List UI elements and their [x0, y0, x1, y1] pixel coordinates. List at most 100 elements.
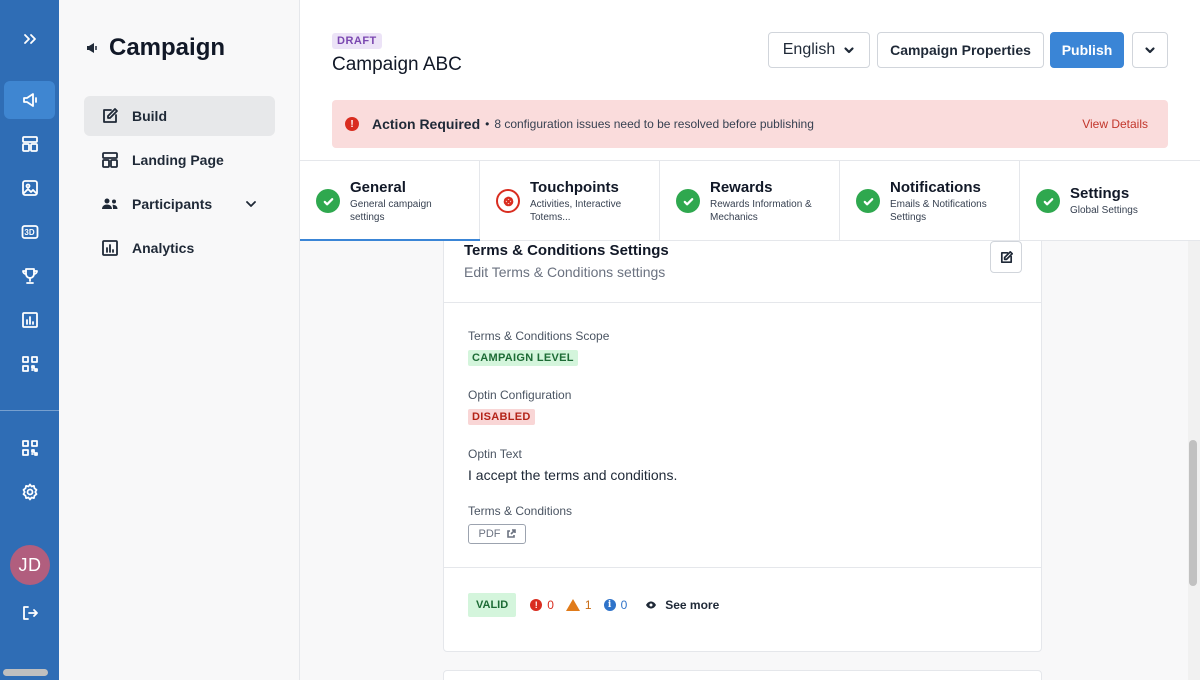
info-count: i0	[603, 598, 628, 612]
tab-subtitle: Rewards Information & Mechanics	[710, 198, 812, 223]
tab-subtitle: Global Settings	[1070, 205, 1138, 216]
megaphone-icon	[87, 43, 97, 53]
step-tabs: General General campaign settings Touchp…	[300, 160, 1200, 242]
warning-count: 1	[565, 598, 592, 612]
tab-subtitle: Emails & Notifications Settings	[890, 198, 987, 223]
edit-icon	[1000, 250, 1013, 263]
gear-icon[interactable]	[4, 473, 55, 511]
see-more-button[interactable]: See more	[645, 598, 719, 612]
edit-icon	[103, 108, 118, 123]
valid-badge: VALID	[468, 593, 517, 617]
chevron-down-icon	[1145, 47, 1155, 54]
validation-row: VALID ! 0 1 i0 See more	[468, 593, 719, 617]
language-label: English	[782, 41, 836, 58]
tab-subtitle: Activities, Interactive Totems...	[530, 198, 622, 223]
alert-heading: Action Required	[372, 116, 481, 132]
status-badge: DRAFT	[332, 33, 382, 49]
card-subtitle: Edit Terms & Conditions settings	[464, 264, 666, 280]
check-icon	[1036, 189, 1060, 213]
layout-icon	[102, 152, 118, 168]
sidebar-item-build[interactable]: Build	[84, 96, 275, 136]
megaphone-icon[interactable]	[4, 81, 55, 119]
users-icon	[102, 198, 118, 209]
expand-icon[interactable]	[4, 20, 55, 58]
pdf-link[interactable]: PDF	[468, 524, 526, 544]
edit-button[interactable]	[990, 241, 1022, 273]
tab-title: Settings	[1070, 185, 1130, 202]
info-count-value: 0	[620, 598, 628, 612]
qr-code-icon[interactable]	[4, 429, 55, 467]
error-circle-icon	[496, 189, 520, 213]
warning-count-value: 1	[584, 598, 592, 612]
card-divider	[444, 302, 1041, 303]
sidenav-title: Campaign	[85, 34, 225, 62]
content-area: Terms & Conditions Settings Edit Terms &…	[300, 241, 1188, 680]
external-link-icon	[506, 529, 516, 538]
tab-title: Notifications	[890, 178, 981, 196]
error-icon: !	[345, 117, 359, 131]
optin-text-label: Optin Text	[468, 447, 522, 461]
sidebar-item-label: Participants	[132, 196, 213, 212]
vertical-scrollbar-thumb[interactable]	[1189, 440, 1197, 586]
chart-icon[interactable]	[4, 301, 55, 339]
trophy-icon[interactable]	[4, 257, 55, 295]
scope-badge: CAMPAIGN LEVEL	[468, 350, 578, 366]
campaign-properties-button[interactable]: Campaign Properties	[877, 32, 1044, 68]
chevron-down-icon	[844, 47, 854, 54]
info-icon: i	[603, 599, 616, 611]
optin-text-value: I accept the terms and conditions.	[468, 467, 678, 483]
terms-settings-card: Terms & Conditions Settings Edit Terms &…	[443, 241, 1042, 652]
tab-notifications[interactable]: Notifications Emails & Notifications Set…	[840, 161, 1020, 241]
action-required-alert: ! Action Required • 8 configuration issu…	[332, 100, 1168, 148]
next-card	[443, 670, 1042, 680]
card-divider	[444, 567, 1041, 568]
page-title: Campaign ABC	[332, 54, 462, 75]
publish-button[interactable]: Publish	[1050, 32, 1124, 68]
3d-label: 3D	[24, 227, 35, 237]
check-icon	[316, 189, 340, 213]
sidebar-item-landing-page[interactable]: Landing Page	[84, 140, 275, 180]
tab-title: Rewards	[710, 178, 773, 196]
optin-config-label: Optin Configuration	[468, 388, 572, 402]
scope-label: Terms & Conditions Scope	[468, 329, 610, 343]
horizontal-scrollbar[interactable]	[3, 669, 48, 676]
terms-label: Terms & Conditions	[468, 504, 573, 518]
3d-icon[interactable]: 3D	[4, 213, 55, 251]
chart-icon	[102, 240, 118, 256]
tab-settings[interactable]: Settings Global Settings	[1020, 161, 1200, 241]
tab-title: General	[350, 178, 406, 196]
tab-subtitle: General campaign settings	[350, 198, 432, 223]
logout-icon[interactable]	[4, 594, 55, 632]
campaign-sidenav: Campaign Build Landing Page Participants…	[59, 0, 300, 680]
eye-icon	[646, 601, 657, 609]
more-options-button[interactable]	[1132, 32, 1168, 68]
sidebar-item-analytics[interactable]: Analytics	[84, 228, 275, 268]
see-more-label: See more	[665, 598, 720, 612]
layout-icon[interactable]	[4, 125, 55, 163]
view-details-link[interactable]: View Details	[1082, 117, 1148, 131]
language-select[interactable]: English	[768, 32, 870, 68]
alert-message: 8 configuration issues need to be resolv…	[494, 117, 814, 131]
tab-general[interactable]: General General campaign settings	[300, 161, 480, 242]
tab-rewards[interactable]: Rewards Rewards Information & Mechanics	[660, 161, 840, 241]
alert-separator: •	[485, 117, 490, 131]
card-title: Terms & Conditions Settings	[464, 242, 669, 259]
check-icon	[676, 189, 700, 213]
error-count-value: 0	[547, 598, 554, 612]
sidebar-item-participants[interactable]: Participants	[84, 184, 275, 224]
optin-config-badge: DISABLED	[468, 409, 535, 425]
pdf-label: PDF	[478, 528, 501, 540]
image-icon[interactable]	[4, 169, 55, 207]
error-count: ! 0	[530, 598, 554, 612]
check-icon	[856, 189, 880, 213]
rail-divider	[0, 410, 59, 411]
avatar[interactable]: JD	[10, 545, 50, 585]
tab-title: Touchpoints	[530, 178, 619, 196]
warning-icon	[565, 599, 580, 611]
app-rail: 3D JD	[0, 0, 59, 680]
qr-code-icon[interactable]	[4, 345, 55, 383]
error-icon: !	[530, 599, 543, 611]
sidebar-item-label: Build	[132, 108, 167, 124]
chevron-down-icon[interactable]	[243, 196, 259, 212]
tab-touchpoints[interactable]: Touchpoints Activities, Interactive Tote…	[480, 161, 660, 241]
